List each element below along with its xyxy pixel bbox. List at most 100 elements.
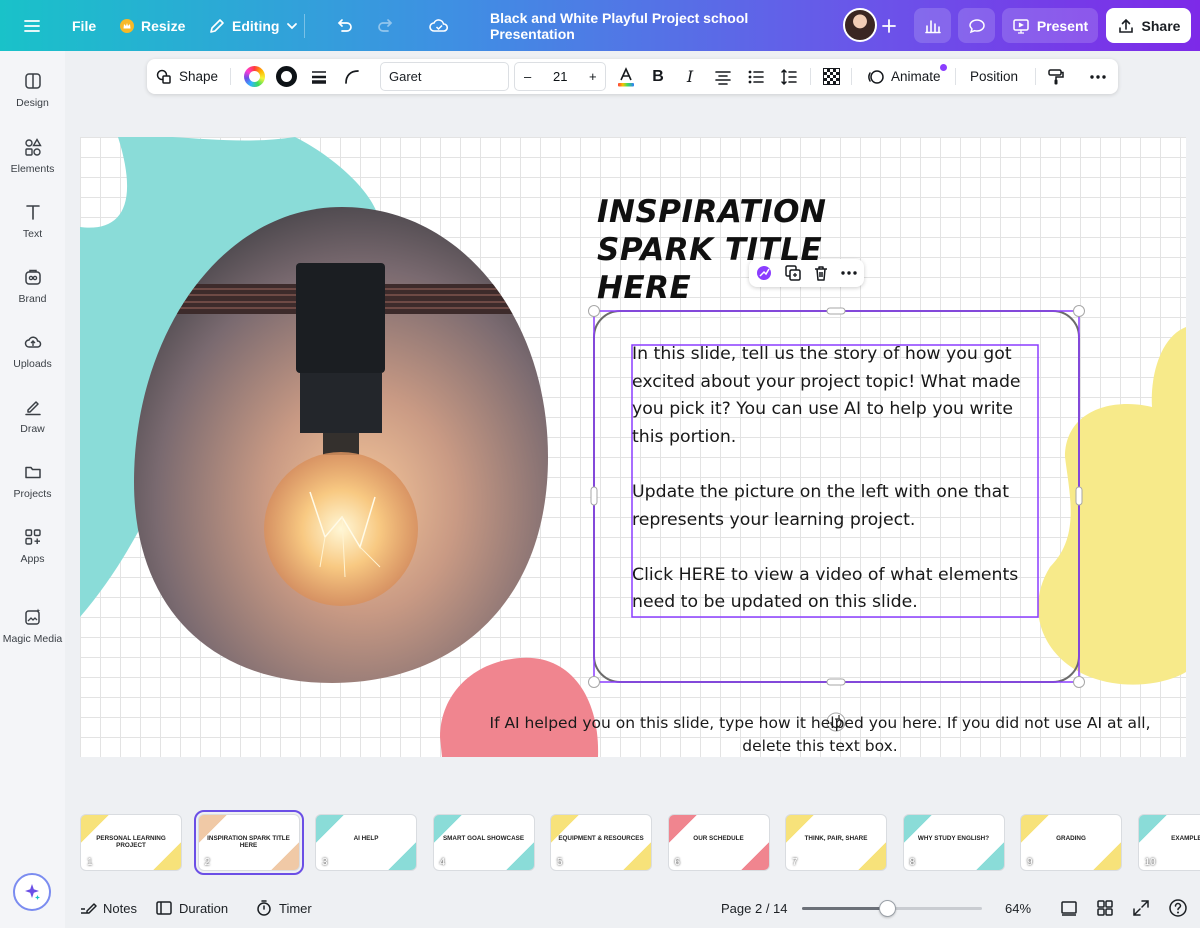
rail-item-brand[interactable]: Brand bbox=[0, 267, 65, 305]
page-thumbnail[interactable]: AI HELP 3 bbox=[315, 814, 417, 871]
zoom-level[interactable]: 64% bbox=[1005, 890, 1031, 926]
redo-button[interactable] bbox=[376, 0, 396, 51]
page-thumbnail[interactable]: SMART GOAL SHOWCASE 4 bbox=[432, 814, 535, 871]
decrease-font-size-button[interactable]: – bbox=[524, 63, 531, 90]
rail-item-apps[interactable]: Apps bbox=[0, 527, 65, 565]
rail-item-projects[interactable]: Projects bbox=[0, 462, 65, 500]
slide-body-text[interactable]: In this slide, tell us the story of how … bbox=[632, 341, 1040, 617]
font-size-control: – 21 + bbox=[514, 62, 606, 91]
zoom-slider[interactable] bbox=[802, 900, 982, 917]
page-thumbnail[interactable]: WHY STUDY ENGLISH? 8 bbox=[902, 814, 1005, 871]
insights-button[interactable] bbox=[914, 8, 951, 43]
page-thumbnail[interactable]: OUR SCHEDULE 6 bbox=[667, 814, 770, 871]
comments-button[interactable] bbox=[958, 8, 995, 43]
line-spacing-icon bbox=[781, 68, 797, 85]
user-avatar[interactable] bbox=[843, 8, 877, 42]
grid-view-toggle[interactable] bbox=[1060, 890, 1078, 926]
menu-button[interactable] bbox=[22, 0, 42, 51]
new-feature-dot bbox=[939, 64, 947, 71]
duration-button[interactable]: Duration bbox=[155, 890, 228, 926]
cloud-save-status[interactable] bbox=[428, 0, 450, 51]
stopwatch-icon bbox=[257, 900, 271, 916]
page-indicator[interactable]: Page 2 / 14 bbox=[721, 890, 788, 926]
page-thumbnail[interactable]: INSPIRATION SPARK TITLE HERE 2 bbox=[193, 810, 304, 875]
notes-button[interactable]: Notes bbox=[79, 890, 137, 926]
grid-overview-button[interactable] bbox=[1096, 890, 1114, 926]
increase-font-size-button[interactable]: + bbox=[589, 63, 597, 90]
zoom-slider-fill bbox=[802, 907, 887, 910]
file-menu[interactable]: File bbox=[72, 0, 96, 51]
font-size-input[interactable]: 21 bbox=[553, 63, 567, 90]
transparency-button[interactable] bbox=[820, 59, 842, 94]
cloud-check-icon bbox=[428, 16, 450, 36]
crown-icon bbox=[119, 18, 135, 34]
toolbar-divider bbox=[851, 68, 852, 85]
timer-button[interactable]: Timer bbox=[255, 890, 312, 926]
thumbnail-page-number: 4 bbox=[439, 857, 446, 868]
thumbnail-page-number: 3 bbox=[322, 857, 328, 868]
shape-button[interactable]: Shape bbox=[155, 59, 218, 94]
text-color-icon bbox=[618, 66, 634, 86]
undo-button[interactable] bbox=[334, 0, 354, 51]
copy-style-button[interactable] bbox=[1045, 59, 1067, 94]
page-thumbnail[interactable]: EXAMPLES 10 bbox=[1137, 814, 1200, 871]
border-style-button[interactable] bbox=[274, 59, 298, 94]
font-family-dropdown[interactable]: Garet bbox=[380, 62, 509, 91]
color-picker-button[interactable] bbox=[242, 59, 266, 94]
rail-item-magic-media[interactable]: Magic Media bbox=[0, 607, 65, 645]
slide-canvas[interactable]: INSPIRATION SPARK TITLE HERE In this sli… bbox=[80, 137, 1186, 757]
rail-item-draw[interactable]: Draw bbox=[0, 397, 65, 435]
line-spacing-button[interactable] bbox=[778, 59, 800, 94]
body-paragraph-picture: Update the picture on the left with one … bbox=[632, 481, 1010, 530]
magic-media-icon bbox=[24, 608, 40, 625]
toolbar-divider bbox=[1035, 68, 1036, 85]
ai-usage-note[interactable]: If AI helped you on this slide, type how… bbox=[470, 712, 1170, 757]
rail-item-design[interactable]: Design bbox=[0, 71, 65, 109]
help-button[interactable] bbox=[1168, 890, 1188, 926]
thumbnail-page-number: 9 bbox=[1027, 857, 1033, 868]
magic-assistant-button[interactable] bbox=[13, 873, 51, 911]
thumbnail-title: SMART GOAL SHOWCASE bbox=[442, 835, 525, 842]
page-thumbnail[interactable]: EQUIPMENT & RESOURCES 5 bbox=[550, 814, 652, 871]
text-color-button[interactable] bbox=[615, 59, 637, 94]
page-thumbnail[interactable]: GRADING 9 bbox=[1020, 814, 1122, 871]
resize-button[interactable]: Resize bbox=[119, 0, 185, 51]
page-thumbnail[interactable]: PERSONAL LEARNING PROJECT 1 bbox=[80, 814, 182, 871]
page-view-icon bbox=[1061, 901, 1077, 916]
bullet-list-icon bbox=[748, 70, 764, 83]
rail-item-uploads[interactable]: Uploads bbox=[0, 332, 65, 370]
slide-title[interactable]: INSPIRATION SPARK TITLE HERE bbox=[597, 193, 927, 307]
corner-rounding-button[interactable] bbox=[340, 59, 364, 94]
draw-icon bbox=[24, 401, 41, 416]
editing-mode-button[interactable]: Editing bbox=[208, 0, 299, 51]
present-button[interactable]: Present bbox=[1002, 8, 1098, 43]
thumbnail-title: PERSONAL LEARNING PROJECT bbox=[96, 835, 166, 849]
border-weight-button[interactable] bbox=[307, 59, 331, 94]
rail-item-elements[interactable]: Elements bbox=[0, 137, 65, 175]
help-icon bbox=[1169, 899, 1187, 917]
add-collaborator-button[interactable] bbox=[880, 0, 898, 51]
rail-item-text[interactable]: Text bbox=[0, 202, 65, 240]
list-button[interactable] bbox=[745, 59, 767, 94]
more-options-button[interactable] bbox=[1087, 59, 1109, 94]
design-icon bbox=[24, 73, 41, 89]
toolbar-divider bbox=[230, 68, 231, 85]
thumbnail-title: EXAMPLES bbox=[1171, 835, 1200, 842]
thumbnail-title: WHY STUDY ENGLISH? bbox=[917, 835, 990, 842]
brand-icon bbox=[24, 269, 41, 285]
share-button[interactable]: Share bbox=[1106, 8, 1191, 43]
bold-button[interactable]: B bbox=[648, 59, 668, 94]
animate-button[interactable]: Animate bbox=[867, 59, 947, 94]
position-button[interactable]: Position bbox=[970, 59, 1018, 94]
fullscreen-button[interactable] bbox=[1132, 890, 1150, 926]
align-center-button[interactable] bbox=[712, 59, 734, 94]
chevron-down-icon bbox=[285, 19, 299, 33]
page-thumbnail[interactable]: THINK, PAIR, SHARE 7 bbox=[785, 814, 887, 871]
page-thumbnail-strip: PERSONAL LEARNING PROJECT 1 INSPIRATION SP… bbox=[80, 810, 1200, 875]
italic-button[interactable]: I bbox=[680, 59, 700, 94]
thumbnail-title: INSPIRATION SPARK TITLE HERE bbox=[207, 835, 290, 849]
document-title[interactable]: Black and White Playful Project school P… bbox=[490, 0, 830, 51]
zoom-slider-handle[interactable] bbox=[878, 900, 896, 917]
topbar-divider bbox=[304, 0, 305, 51]
body-paragraph-video-link[interactable]: Click HERE to view a video of what eleme… bbox=[632, 562, 1040, 617]
